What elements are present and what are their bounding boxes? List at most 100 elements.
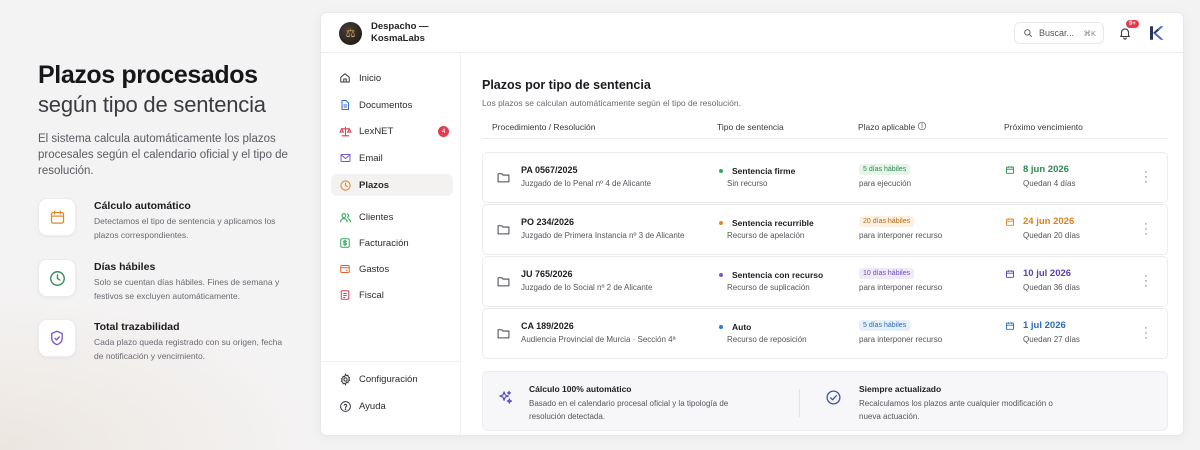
sidebar-item-email[interactable]: Email	[331, 147, 453, 169]
hero-subtitle: según tipo de sentencia	[38, 92, 266, 117]
court-name: Juzgado de lo Penal nº 4 de Alicante	[521, 179, 652, 188]
sidebar-item-fiscal[interactable]: Fiscal	[331, 284, 453, 306]
sidebar: Inicio Documentos LexNET 4 Email Plazos …	[321, 53, 461, 435]
deadline-note: para ejecución	[859, 179, 912, 188]
feature-title: Total trazabilidad	[94, 321, 180, 333]
marketing-panel: Plazos procesados según tipo de sentenci…	[38, 60, 308, 179]
calendar-icon	[1006, 166, 1014, 174]
info-icon[interactable]	[917, 121, 927, 131]
sidebar-item-facturacion[interactable]: Facturación	[331, 232, 453, 254]
sidebar-item-ayuda[interactable]: Ayuda	[331, 395, 453, 417]
sidebar-item-documentos[interactable]: Documentos	[331, 94, 453, 116]
top-bar: ⚖ Despacho — KosmaLabs Buscar... ⌘K 9+	[321, 13, 1183, 53]
sentence-type: Sentencia firme	[732, 166, 796, 176]
folder-icon	[497, 173, 510, 183]
brand-logo-icon	[1150, 26, 1164, 40]
row-menu-icon[interactable]: · · ·	[1141, 271, 1151, 292]
calendar-icon	[1006, 270, 1014, 278]
feature-title: Días hábiles	[94, 261, 156, 273]
sparkles-icon	[499, 390, 513, 404]
search-shortcut: ⌘K	[1083, 28, 1096, 38]
table-row[interactable]: PO 234/2026 Juzgado de Primera Instancia…	[482, 204, 1168, 255]
table-row[interactable]: CA 189/2026 Audiencia Provincial de Murc…	[482, 308, 1168, 359]
folder-icon	[497, 329, 510, 339]
procedure-number: CA 189/2026	[521, 321, 574, 331]
sidebar-divider	[321, 361, 461, 362]
feature-business-days: Días hábiles Solo se cuentan días hábile…	[38, 259, 284, 303]
gear-icon	[338, 372, 352, 386]
row-menu-icon[interactable]: · · ·	[1141, 167, 1151, 188]
sidebar-item-gastos[interactable]: Gastos	[331, 258, 453, 280]
page-subtitle: Los plazos se calculan automáticamente s…	[482, 98, 741, 108]
info-divider	[799, 389, 800, 417]
lexnet-badge: 4	[438, 125, 449, 137]
days-remaining: Quedan 27 días	[1023, 335, 1080, 344]
sidebar-item-label: Documentos	[359, 99, 413, 111]
sidebar-item-label: Facturación	[359, 237, 409, 249]
mail-icon	[338, 151, 352, 165]
sidebar-item-label: Ayuda	[359, 400, 386, 412]
appeal-type: Recurso de reposición	[727, 335, 807, 344]
deadline-badge: 5 días hábiles	[859, 164, 911, 175]
calendar-icon	[1006, 322, 1014, 330]
sidebar-item-label: Inicio	[359, 72, 382, 84]
search-icon	[1024, 29, 1032, 38]
status-dot	[719, 221, 723, 225]
sidebar-item-configuracion[interactable]: Configuración	[331, 368, 453, 390]
notification-badge: 9+	[1126, 20, 1139, 28]
appeal-type: Sin recurso	[727, 179, 768, 188]
background-glow	[0, 290, 320, 450]
sidebar-item-label: Fiscal	[359, 289, 384, 301]
document-icon	[338, 98, 352, 112]
deadline-note: para interponer recurso	[859, 283, 943, 292]
sentence-type: Sentencia recurrible	[732, 218, 814, 228]
due-date: 8 jun 2026	[1023, 164, 1069, 175]
table-row[interactable]: JU 765/2026 Juzgado de lo Social nº 2 de…	[482, 256, 1168, 307]
procedure-number: PA 0567/2025	[521, 165, 578, 175]
search-box[interactable]: Buscar... ⌘K	[1014, 22, 1104, 44]
scale-icon	[338, 124, 352, 138]
procedure-number: PO 234/2026	[521, 217, 575, 227]
deadline-badge: 10 días hábiles	[859, 268, 915, 279]
org-avatar[interactable]: ⚖	[339, 22, 362, 45]
table-header: Procedimiento / Resolución Tipo de sente…	[482, 113, 1168, 139]
clock-icon	[38, 259, 76, 297]
feature-automatic: Cálculo automático Detectamos el tipo de…	[38, 198, 284, 242]
feature-description: Detectamos el tipo de sentencia y aplica…	[94, 216, 276, 240]
days-remaining: Quedan 4 días	[1023, 179, 1076, 188]
help-icon	[338, 399, 352, 413]
column-header-plazo: Plazo aplicable	[858, 122, 916, 132]
sidebar-item-clientes[interactable]: Clientes	[331, 206, 453, 228]
info-description: Recalculamos los plazos ante cualquier m…	[859, 399, 1053, 421]
org-name[interactable]: Despacho — KosmaLabs	[371, 21, 441, 45]
sidebar-item-plazos[interactable]: Plazos	[331, 174, 453, 196]
page-title: Plazos por tipo de sentencia	[482, 78, 651, 92]
column-header-vencimiento: Próximo vencimiento	[1004, 122, 1083, 132]
due-date: 24 jun 2026	[1023, 216, 1075, 227]
deadline-badge: 20 días hábiles	[859, 216, 915, 227]
court-name: Juzgado de lo Social nº 2 de Alicante	[521, 283, 653, 292]
row-menu-icon[interactable]: · · ·	[1141, 219, 1151, 240]
sidebar-item-inicio[interactable]: Inicio	[331, 67, 453, 89]
calendar-icon	[38, 198, 76, 236]
table-row[interactable]: PA 0567/2025 Juzgado de lo Penal nº 4 de…	[482, 152, 1168, 203]
wallet-icon	[338, 262, 352, 276]
sentence-type: Sentencia con recurso	[732, 270, 824, 280]
sidebar-item-lexnet[interactable]: LexNET 4	[331, 120, 453, 142]
home-icon	[338, 71, 352, 85]
calendar-icon	[1006, 218, 1014, 226]
users-icon	[338, 210, 352, 224]
court-name: Audiencia Provincial de Murcia · Sección…	[521, 335, 676, 344]
check-circle-icon	[826, 390, 841, 405]
info-description: Basado en el calendario procesal oficial…	[529, 399, 729, 421]
clock-icon	[338, 178, 352, 192]
deadline-note: para interponer recurso	[859, 335, 943, 344]
days-remaining: Quedan 36 días	[1023, 283, 1080, 292]
deadlines-table: Procedimiento / Resolución Tipo de sente…	[482, 113, 1168, 359]
appeal-type: Recurso de apelación	[727, 231, 805, 240]
appeal-type: Recurso de suplicación	[727, 283, 810, 292]
info-title: Cálculo 100% automático	[529, 384, 632, 394]
due-date: 10 jul 2026	[1023, 268, 1072, 279]
status-dot	[719, 273, 723, 277]
row-menu-icon[interactable]: · · ·	[1141, 323, 1151, 344]
